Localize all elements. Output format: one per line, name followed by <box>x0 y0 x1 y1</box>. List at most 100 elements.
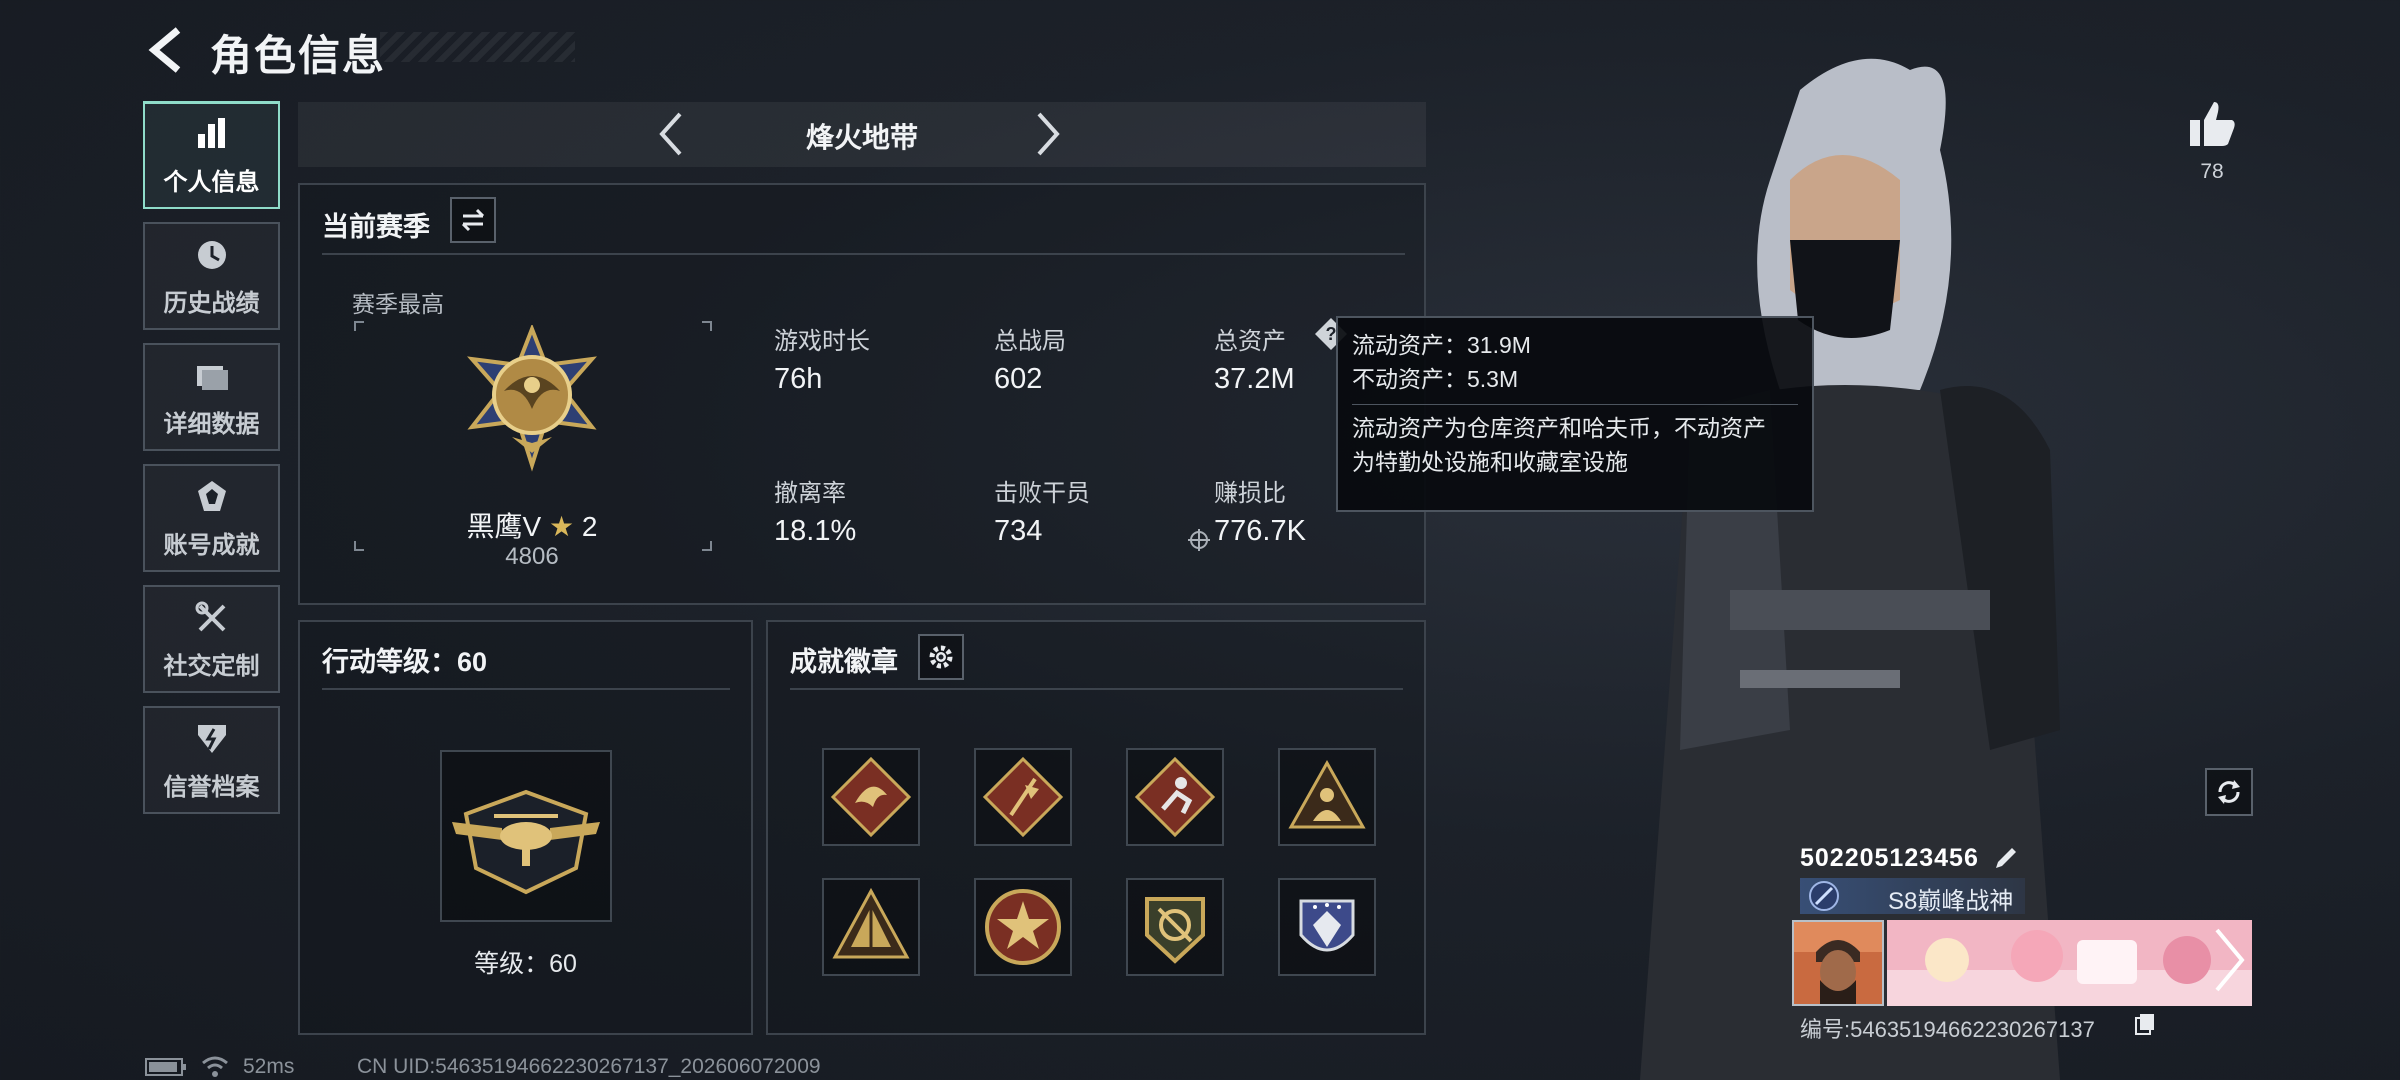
tooltip-description-line-1: 流动资产为仓库资产和哈夫币，不动资产 <box>1352 415 1766 441</box>
stat-profit-ratio-value: 776.7K <box>1214 515 1306 547</box>
sidebar-item-detailed-data[interactable]: 详细数据 <box>143 343 280 451</box>
like-count: 78 <box>2200 160 2224 183</box>
star-badge-icon <box>985 889 1061 965</box>
swap-icon <box>461 208 485 232</box>
avatar[interactable] <box>1792 920 1884 1006</box>
rank-name: 黑鹰V <box>466 511 542 542</box>
divider <box>1352 404 1798 405</box>
network-ping: 52ms <box>243 1055 295 1078</box>
wrench-screwdriver-icon <box>192 598 232 638</box>
action-level-badge <box>440 750 612 922</box>
rank-stars: 2 <box>581 511 598 542</box>
bar-chart-icon <box>192 114 232 154</box>
like-button[interactable] <box>2186 98 2238 150</box>
shield-icon <box>192 719 232 759</box>
pyramid-badge-icon <box>832 887 910 959</box>
action-level-title: 行动等级：60 <box>322 647 488 677</box>
sidebar-item-social[interactable]: 社交定制 <box>143 585 280 693</box>
stat-assets-value: 37.2M <box>1214 363 1295 395</box>
season-best-label: 赛季最高 <box>352 291 444 317</box>
svg-text:?: ? <box>1326 324 1337 344</box>
soldier-badge-icon <box>1288 759 1366 829</box>
crest-badge-icon <box>1145 897 1205 964</box>
achievement-icon <box>192 477 232 517</box>
sidebar-item-label: 信誉档案 <box>163 773 260 801</box>
achievement-badge[interactable] <box>974 748 1072 846</box>
thumbs-up-icon <box>2190 102 2235 146</box>
sidebar-item-personal-info[interactable]: 个人信息 <box>143 101 280 209</box>
sidebar-item-reputation[interactable]: 信誉档案 <box>143 706 280 814</box>
achievement-badges-panel: 成就徽章 <box>766 620 1426 1035</box>
stat-playtime-label: 游戏时长 <box>774 328 870 355</box>
achievement-badge[interactable] <box>1278 748 1376 846</box>
rank-star-icon: ★ <box>549 511 575 542</box>
battery-icon <box>145 1058 187 1076</box>
mode-title: 烽火地带 <box>805 122 918 153</box>
back-button[interactable] <box>140 22 196 78</box>
achievement-badge[interactable] <box>822 748 920 846</box>
stat-kills-label: 击败干员 <box>994 480 1090 507</box>
stat-extract-rate-value: 18.1% <box>774 515 857 547</box>
achievement-badge[interactable] <box>1126 748 1224 846</box>
achievement-badge[interactable] <box>1278 878 1376 976</box>
next-mode-button[interactable] <box>1023 110 1071 158</box>
chevron-right-icon <box>1037 112 1060 156</box>
runner-badge-icon <box>1134 756 1216 838</box>
rank-title-icon <box>1808 880 1840 912</box>
divider <box>322 688 730 690</box>
action-level-label: 等级：60 <box>474 950 577 978</box>
page-title: 角色信息 <box>210 32 387 79</box>
stat-assets-label: 总资产 <box>1214 328 1286 355</box>
gear-icon <box>929 645 953 669</box>
switch-season-button[interactable] <box>450 197 496 243</box>
achievement-badge[interactable] <box>822 878 920 976</box>
sidebar-item-achievements[interactable]: 账号成就 <box>143 464 280 572</box>
badges-title: 成就徽章 <box>790 647 898 677</box>
sidebar-item-history[interactable]: 历史战绩 <box>143 222 280 330</box>
edit-name-button[interactable] <box>1992 844 2020 872</box>
rank-score: 4806 <box>505 543 559 570</box>
stat-matches-label: 总战局 <box>994 328 1066 355</box>
folder-icon <box>192 356 232 396</box>
sidebar: 个人信息 历史战绩 详细数据 账号成就 社交定制 信誉档案 <box>143 101 280 827</box>
divider <box>322 253 1405 255</box>
stat-profit-ratio-label: 赚损比 <box>1214 480 1286 507</box>
player-name: 502205123456 <box>1800 844 1979 873</box>
rank-title-text: S8巅峰战神 <box>1888 888 2014 915</box>
season-title: 当前赛季 <box>322 212 430 242</box>
crosshair-icon <box>1188 529 1210 551</box>
player-name-text: 502205123456 <box>1800 844 1979 872</box>
stat-extract-rate-label: 撤离率 <box>774 480 846 507</box>
refresh-button[interactable] <box>2205 768 2253 816</box>
season-panel: 当前赛季 赛季最高 黑鹰V ★ 2 4806 游戏时长 76h 总战局 602 … <box>298 183 1426 605</box>
tooltip-description-line-2: 为特勤处设施和收藏室设施 <box>1352 449 1628 475</box>
divider <box>790 688 1403 690</box>
assets-tooltip: 流动资产：31.9M 不动资产：5.3M 流动资产为仓库资产和哈夫币，不动资产 … <box>1336 316 1814 512</box>
rank-emblem <box>442 323 622 475</box>
action-level-panel: 行动等级：60 等级：60 <box>298 620 753 1035</box>
sidebar-item-label: 详细数据 <box>163 410 260 438</box>
title-decoration <box>380 32 575 62</box>
clock-icon <box>192 235 232 275</box>
stat-playtime-value: 76h <box>774 363 823 395</box>
achievement-badge[interactable] <box>974 878 1072 976</box>
helmet-badge-icon <box>1299 899 1355 952</box>
wifi-icon <box>200 1054 230 1078</box>
footer-uid: CN UID:5463519466223026713​7_20260607200… <box>357 1055 821 1078</box>
rank-label: 黑鹰V ★ 2 <box>446 505 618 545</box>
sidebar-item-label: 账号成就 <box>163 531 260 559</box>
dragon-badge-icon <box>830 756 912 838</box>
achievement-badge[interactable] <box>1126 878 1224 976</box>
mode-selector: 烽火地带 <box>298 102 1426 167</box>
flag-badge-icon <box>982 756 1064 838</box>
refresh-icon <box>2218 780 2240 804</box>
tooltip-fixed-assets: 不动资产：5.3M <box>1352 366 1519 392</box>
sidebar-item-label: 个人信息 <box>163 169 260 196</box>
copy-icon <box>2135 1014 2154 1035</box>
stat-kills-value: 734 <box>994 515 1043 547</box>
player-id: 编号:5463519466223026713​7 <box>1800 1017 2095 1042</box>
badge-settings-button[interactable] <box>918 634 964 680</box>
copy-id-button[interactable] <box>2134 1012 2156 1036</box>
stat-matches-value: 602 <box>994 363 1043 395</box>
sidebar-item-label: 历史战绩 <box>163 289 260 317</box>
